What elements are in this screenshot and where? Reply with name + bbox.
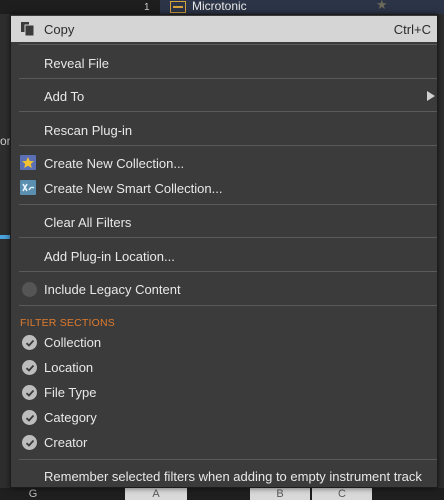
menu-separator: [19, 204, 437, 205]
menu-item-label: Rescan Plug-in: [44, 122, 133, 138]
menu-item-label: Add Plug-in Location...: [44, 248, 175, 264]
submenu-arrow-icon: [427, 91, 435, 101]
menu-item-remember-filters[interactable]: Remember selected filters when adding to…: [11, 463, 437, 489]
key-label: G: [28, 488, 38, 500]
background-accent: [0, 235, 10, 239]
menu-separator: [19, 271, 437, 272]
menu-item-rescan-plugin[interactable]: Rescan Plug-in: [11, 117, 437, 143]
filter-item-label: File Type: [44, 384, 97, 400]
menu-separator: [19, 44, 437, 45]
menu-item-label: Create New Smart Collection...: [44, 180, 223, 196]
filter-sections-header: FILTER SECTIONS: [20, 317, 115, 329]
menu-item-label: Reveal File: [44, 55, 110, 71]
menu-separator: [19, 459, 437, 460]
filter-item-category[interactable]: Category: [11, 404, 437, 430]
menu-item-reveal-file[interactable]: Reveal File: [11, 50, 437, 76]
background-panel-left: [0, 0, 160, 14]
menu-item-create-collection[interactable]: Create New Collection...: [11, 150, 437, 176]
menu-separator: [19, 237, 437, 238]
filter-item-location[interactable]: Location: [11, 354, 437, 380]
unchecked-circle-icon: [22, 282, 37, 297]
menu-item-clear-filters[interactable]: Clear All Filters: [11, 209, 437, 235]
checkmark-icon: [22, 410, 37, 425]
keyboard-strip: [0, 488, 444, 500]
shortcut-label: Ctrl+C: [393, 21, 431, 37]
background-left-strip: [0, 14, 10, 500]
menu-item-create-smart-collection[interactable]: Create New Smart Collection...: [11, 175, 437, 201]
menu-item-label: Create New Collection...: [44, 155, 185, 171]
menu-separator: [19, 145, 437, 146]
checkmark-icon: [22, 360, 37, 375]
filter-item-label: Location: [44, 359, 94, 375]
key-label: C: [312, 488, 372, 500]
menu-separator: [19, 111, 437, 112]
collection-star-icon: [20, 155, 36, 171]
track-number: 1: [144, 2, 150, 13]
filter-item-creator[interactable]: Creator: [11, 429, 437, 455]
filter-item-label: Category: [44, 409, 97, 425]
smart-collection-icon: [20, 180, 36, 196]
favorite-star-icon[interactable]: ★: [376, 0, 388, 13]
menu-item-label: Clear All Filters: [44, 214, 132, 230]
menu-item-label: Add To: [44, 88, 85, 104]
checkmark-icon: [22, 335, 37, 350]
menu-separator: [19, 78, 437, 79]
context-menu: Copy Ctrl+C Reveal File Add To Rescan Pl…: [10, 14, 438, 488]
menu-item-label: Copy: [44, 21, 75, 37]
background-right-strip: [438, 14, 444, 500]
menu-item-copy[interactable]: Copy Ctrl+C: [11, 16, 437, 42]
checkmark-icon: [22, 385, 37, 400]
filter-item-label: Collection: [44, 334, 102, 350]
plugin-icon: [170, 1, 186, 13]
menu-item-add-plugin-location[interactable]: Add Plug-in Location...: [11, 243, 437, 269]
checkmark-icon: [22, 435, 37, 450]
filter-item-file-type[interactable]: File Type: [11, 379, 437, 405]
copy-icon: [20, 21, 36, 37]
filter-item-collection[interactable]: Collection: [11, 329, 437, 355]
menu-item-label: Remember selected filters when adding to…: [44, 468, 422, 484]
menu-item-label: Include Legacy Content: [44, 281, 181, 297]
plugin-name: Microtonic: [192, 0, 247, 13]
menu-separator: [19, 305, 437, 306]
menu-item-add-to[interactable]: Add To: [11, 83, 437, 109]
menu-item-include-legacy[interactable]: Include Legacy Content: [11, 276, 437, 302]
filter-item-label: Creator: [44, 434, 88, 450]
key-label: A: [125, 488, 187, 500]
key-label: B: [250, 488, 310, 500]
